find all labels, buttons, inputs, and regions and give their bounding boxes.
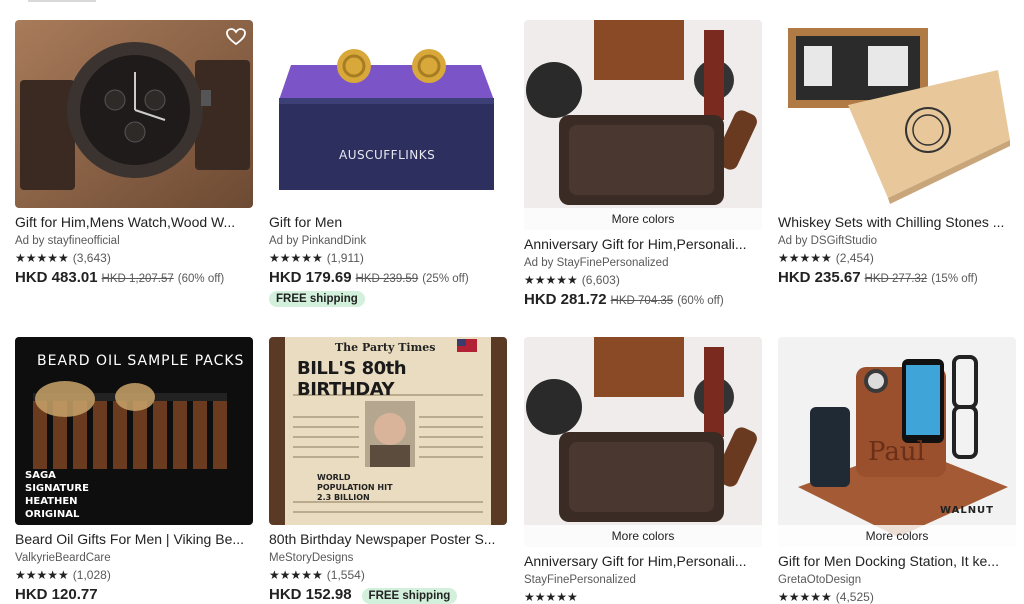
original-price: HKD 704.35 (610, 295, 674, 307)
original-price: HKD 1,207.57 (101, 273, 174, 285)
rating: ★★★★★ (1,554) (269, 568, 507, 582)
review-count: (1,911) (326, 251, 364, 265)
price: HKD 281.72 (524, 291, 607, 308)
review-count: (4,525) (835, 590, 874, 604)
product-card-beard-oil[interactable]: BEARD OIL SAMPLE PACKS SAGA SIGNATURE HE… (15, 337, 253, 603)
product-card-watch[interactable]: Gift for Him,Mens Watch,Wood W... Ad by … (15, 20, 253, 286)
product-card-cufflinks[interactable]: AUSCUFFLINKS Gift for Men Ad by PinkandD… (269, 20, 507, 307)
image-masthead: The Party Times (335, 341, 436, 354)
price: HKD 120.77 (15, 586, 98, 603)
rating: ★★★★★ (6,603) (524, 273, 762, 287)
rating: ★★★★★ (524, 590, 762, 604)
product-image[interactable] (778, 20, 1016, 208)
free-shipping-badge: FREE shipping (361, 588, 458, 604)
price-line: HKD 483.01 HKD 1,207.57 (60% off) (15, 269, 253, 286)
star-rating-icon: ★★★★★ (778, 590, 832, 604)
discount: (60% off) (677, 295, 724, 307)
product-card-whiskey-set[interactable]: Whiskey Sets with Chilling Stones ... Ad… (778, 20, 1016, 286)
free-shipping-badge: FREE shipping (269, 291, 365, 307)
shop-name: Ad by PinkandDink (269, 235, 367, 247)
price-line: HKD 120.77 (15, 586, 253, 603)
product-image[interactable]: More colors (524, 337, 762, 547)
rating: ★★★★★ (1,028) (15, 568, 253, 582)
price: HKD 483.01 (15, 269, 98, 286)
star-rating-icon: ★★★★★ (269, 568, 323, 582)
review-count: (1,554) (326, 568, 365, 582)
image-headline: BILL'S 80th BIRTHDAY (297, 358, 407, 400)
rating: ★★★★★ (3,643) (15, 251, 253, 265)
original-price: HKD 277.32 (864, 273, 928, 285)
image-variant-2: SIGNATURE (25, 483, 89, 494)
product-title[interactable]: Gift for Him,Mens Watch,Wood W... (15, 214, 253, 230)
product-title[interactable]: Beard Oil Gifts For Men | Viking Be... (15, 531, 253, 547)
image-headline: BEARD OIL SAMPLE PACKS (37, 353, 245, 369)
image-variant-1: SAGA (25, 470, 56, 481)
review-count: (1,028) (72, 568, 111, 582)
product-card-wallet[interactable]: More colors Anniversary Gift for Him,Per… (524, 20, 762, 308)
more-colors-overlay: More colors (778, 525, 1016, 547)
discount: (25% off) (422, 273, 469, 285)
shop-name: MeStoryDesigns (269, 552, 354, 564)
discount: (60% off) (177, 273, 225, 285)
heart-icon[interactable] (225, 26, 247, 48)
product-card-birthday-poster[interactable]: The Party Times BILL'S 80th BIRTHDAY WOR… (269, 337, 507, 604)
star-rating-icon: ★★★★★ (778, 251, 832, 265)
product-title[interactable]: Gift for Men (269, 214, 507, 230)
price-line: HKD 152.98 FREE shipping (269, 586, 507, 604)
product-title[interactable]: Gift for Men Docking Station, It ke... (778, 553, 1016, 569)
product-title[interactable]: 80th Birthday Newspaper Poster S... (269, 531, 507, 547)
star-rating-icon: ★★★★★ (269, 251, 323, 265)
shop-name: GretaOtoDesign (778, 574, 862, 586)
product-card-docking-station[interactable]: Paul WALNUT More colors Gift for Men Doc… (778, 337, 1016, 604)
image-subheadline: WORLD POPULATION HIT 2.3 BILLION (317, 473, 393, 502)
image-brand-text: AUSCUFFLINKS (339, 148, 436, 162)
price: HKD 152.98 (269, 586, 352, 603)
shop-name: StayFinePersonalized (524, 574, 636, 586)
product-image[interactable]: More colors (524, 20, 762, 230)
product-title[interactable]: Anniversary Gift for Him,Personali... (524, 236, 762, 252)
original-price: HKD 239.59 (355, 273, 419, 285)
price-line: HKD 179.69 HKD 239.59 (25% off) (269, 269, 507, 286)
product-card-wallet-2[interactable]: More colors Anniversary Gift for Him,Per… (524, 337, 762, 604)
review-count: (2,454) (835, 251, 874, 265)
rating: ★★★★★ (2,454) (778, 251, 1016, 265)
product-image[interactable]: The Party Times BILL'S 80th BIRTHDAY WOR… (269, 337, 507, 525)
star-rating-icon: ★★★★★ (524, 273, 578, 287)
more-colors-overlay: More colors (524, 208, 762, 230)
review-count: (6,603) (581, 273, 620, 287)
price-line: HKD 281.72 HKD 704.35 (60% off) (524, 291, 762, 308)
product-image[interactable]: BEARD OIL SAMPLE PACKS SAGA SIGNATURE HE… (15, 337, 253, 525)
image-name-engraving: Paul (868, 437, 925, 467)
discount: (15% off) (931, 273, 978, 285)
shop-name: ValkyrieBeardCare (15, 552, 111, 564)
more-colors-overlay: More colors (524, 525, 762, 547)
rating: ★★★★★ (1,911) (269, 251, 507, 265)
product-image[interactable]: Paul WALNUT More colors (778, 337, 1016, 547)
product-title[interactable]: Whiskey Sets with Chilling Stones ... (778, 214, 1016, 230)
price: HKD 235.67 (778, 269, 861, 286)
shop-name: Ad by stayfineofficial (15, 235, 120, 247)
product-title[interactable]: Anniversary Gift for Him,Personali... (524, 553, 762, 569)
review-count: (3,643) (72, 251, 111, 265)
image-variant-4: ORIGINAL (25, 509, 80, 520)
image-walnut-label: WALNUT (940, 505, 995, 516)
product-image[interactable] (15, 20, 253, 208)
shop-name: Ad by DSGiftStudio (778, 235, 878, 247)
star-rating-icon: ★★★★★ (15, 251, 69, 265)
rating: ★★★★★ (4,525) (778, 590, 1016, 604)
star-rating-icon: ★★★★★ (524, 590, 578, 604)
image-variant-3: HEATHEN (25, 496, 78, 507)
product-image[interactable]: AUSCUFFLINKS (269, 20, 507, 208)
price-line: HKD 235.67 HKD 277.32 (15% off) (778, 269, 1016, 286)
shop-name: Ad by StayFinePersonalized (524, 257, 669, 269)
star-rating-icon: ★★★★★ (15, 568, 69, 582)
price: HKD 179.69 (269, 269, 352, 286)
product-grid: Gift for Him,Mens Watch,Wood W... Ad by … (0, 0, 1024, 604)
